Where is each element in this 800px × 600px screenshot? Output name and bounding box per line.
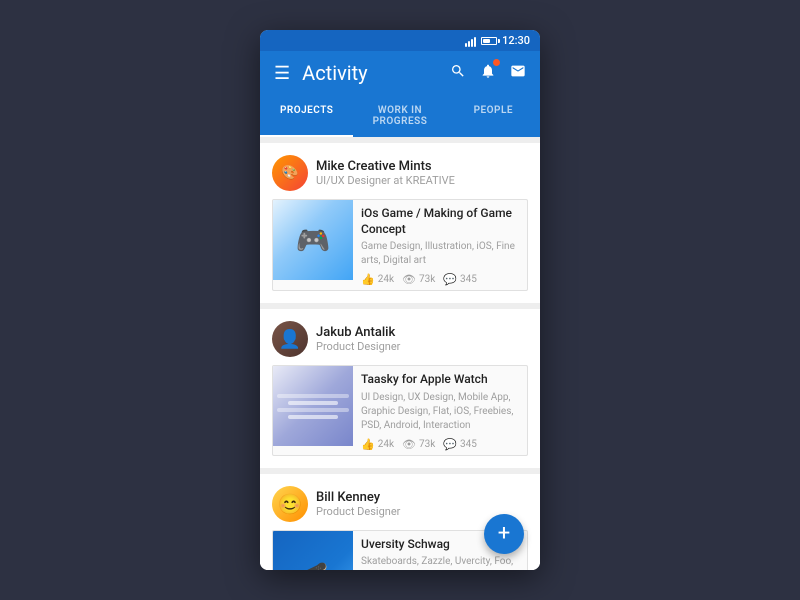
user-role-jakub: Product Designer (316, 340, 400, 353)
fab-button[interactable]: + (484, 514, 524, 554)
user-role-bill: Product Designer (316, 505, 400, 518)
stat-comments-2: 💬 345 (443, 438, 477, 451)
card-2-header: 👤 Jakub Antalik Product Designer (272, 321, 528, 357)
likes-count-1: 24k (378, 274, 394, 285)
likes-count-2: 24k (378, 439, 394, 450)
card-3-header: 😊 Bill Kenney Product Designer (272, 486, 528, 522)
card-1: 🎨 Mike Creative Mints UI/UX Designer at … (260, 143, 540, 303)
project-tile-1[interactable]: 🎮 iOs Game / Making of Game Concept Game… (272, 199, 528, 291)
project-tags-1: Game Design, Illustration, iOS, Fine art… (361, 240, 521, 268)
tab-projects[interactable]: PROJECTS (260, 95, 353, 137)
card-2: 👤 Jakub Antalik Product Designer (260, 309, 540, 468)
user-info-bill: Bill Kenney Product Designer (316, 490, 400, 518)
avatar-bill: 😊 (272, 486, 308, 522)
project-title-2: Taasky for Apple Watch (361, 372, 521, 388)
views-count-2: 73k (419, 439, 435, 450)
comment-icon-2: 💬 (443, 438, 457, 451)
view-icon-2: 👁 (402, 438, 416, 451)
project-tags-2: UI Design, UX Design, Mobile App, Graphi… (361, 391, 521, 433)
notifications-icon[interactable] (480, 63, 496, 83)
avatar-jakub: 👤 (272, 321, 308, 357)
project-info-1: iOs Game / Making of Game Concept Game D… (361, 200, 527, 290)
project-thumb-3: 🛹 (273, 531, 353, 570)
app-bar-title: Activity (302, 61, 367, 85)
email-icon[interactable] (510, 63, 526, 83)
project-title-1: iOs Game / Making of Game Concept (361, 206, 521, 237)
comment-icon-1: 💬 (443, 273, 457, 286)
status-time: 12:30 (502, 34, 530, 47)
app-bar: ☰ Activity (260, 51, 540, 95)
user-name-bill: Bill Kenney (316, 490, 400, 505)
project-tile-2[interactable]: Taasky for Apple Watch UI Design, UX Des… (272, 365, 528, 456)
project-stats-2: 👍 24k 👁 73k 💬 345 (361, 438, 521, 451)
app-bar-left: ☰ Activity (274, 61, 368, 85)
project-thumb-2 (273, 366, 353, 446)
search-icon[interactable] (450, 63, 466, 83)
content-wrapper: 🎨 Mike Creative Mints UI/UX Designer at … (260, 137, 540, 570)
stat-views-1: 👁 73k (402, 273, 435, 286)
notification-badge (493, 59, 500, 66)
phone-container: 12:30 ☰ Activity PROJECTS WORK IN PROGRE… (260, 30, 540, 570)
stat-likes-1: 👍 24k (361, 273, 394, 286)
user-info-mike: Mike Creative Mints UI/UX Designer at KR… (316, 159, 455, 187)
like-icon-1: 👍 (361, 273, 375, 286)
activity-feed: 🎨 Mike Creative Mints UI/UX Designer at … (260, 137, 540, 570)
project-tags-3: Skateboards, Zazzle, Uvercity, Foo, Prod… (361, 555, 521, 570)
menu-icon[interactable]: ☰ (274, 63, 290, 84)
project-stats-1: 👍 24k 👁 73k 💬 345 (361, 273, 521, 286)
battery-icon (481, 37, 497, 45)
card-1-header: 🎨 Mike Creative Mints UI/UX Designer at … (272, 155, 528, 191)
stat-likes-2: 👍 24k (361, 438, 394, 451)
user-role-mike: UI/UX Designer at KREATIVE (316, 174, 455, 187)
project-info-2: Taasky for Apple Watch UI Design, UX Des… (361, 366, 527, 455)
tab-people[interactable]: PEOPLE (447, 95, 540, 137)
app-bar-right (450, 63, 526, 83)
user-info-jakub: Jakub Antalik Product Designer (316, 325, 400, 353)
stat-comments-1: 💬 345 (443, 273, 477, 286)
status-icons: 12:30 (465, 34, 530, 47)
stat-views-2: 👁 73k (402, 438, 435, 451)
status-bar: 12:30 (260, 30, 540, 51)
like-icon-2: 👍 (361, 438, 375, 451)
view-icon-1: 👁 (402, 273, 416, 286)
project-thumb-1: 🎮 (273, 200, 353, 280)
user-name-jakub: Jakub Antalik (316, 325, 400, 340)
tab-work-in-progress[interactable]: WORK IN PROGRESS (353, 95, 446, 137)
tabs: PROJECTS WORK IN PROGRESS PEOPLE (260, 95, 540, 137)
comments-count-1: 345 (460, 274, 477, 285)
user-name-mike: Mike Creative Mints (316, 159, 455, 174)
signal-icon (465, 35, 476, 47)
comments-count-2: 345 (460, 439, 477, 450)
avatar-mike: 🎨 (272, 155, 308, 191)
views-count-1: 73k (419, 274, 435, 285)
